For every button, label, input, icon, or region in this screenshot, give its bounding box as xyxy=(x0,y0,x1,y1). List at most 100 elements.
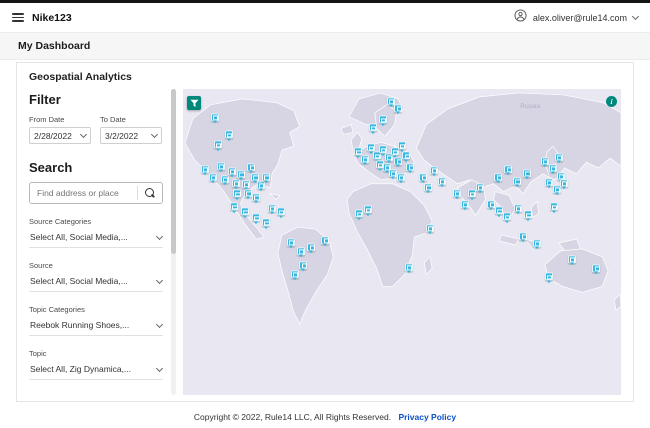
source-label: Source xyxy=(29,261,53,270)
map-pin[interactable] xyxy=(513,177,522,186)
map-pin[interactable] xyxy=(386,97,395,106)
privacy-policy-link[interactable]: Privacy Policy xyxy=(398,412,456,422)
hamburger-menu-icon[interactable] xyxy=(12,13,24,22)
search-icon xyxy=(144,187,156,199)
map-pin[interactable] xyxy=(210,113,219,122)
map-pin[interactable] xyxy=(460,199,469,208)
search-button[interactable] xyxy=(138,183,162,203)
search-input[interactable] xyxy=(30,188,137,198)
map-pin[interactable] xyxy=(540,157,549,166)
topic-categories-select[interactable]: Reebok Running Shoes,... xyxy=(29,317,164,336)
map-pin[interactable] xyxy=(307,243,316,252)
map-pin[interactable] xyxy=(321,236,330,245)
map-pin[interactable] xyxy=(378,145,387,154)
scrollbar-thumb[interactable] xyxy=(171,89,176,254)
map-info-button[interactable]: i xyxy=(606,96,617,107)
map-pin[interactable] xyxy=(429,166,438,175)
map-pin[interactable] xyxy=(299,261,308,270)
map-pin[interactable] xyxy=(276,207,285,216)
map-pin[interactable] xyxy=(286,238,295,247)
search-heading: Search xyxy=(29,160,73,175)
map-pin[interactable] xyxy=(252,213,261,222)
map-pin[interactable] xyxy=(467,189,476,198)
map-pin[interactable] xyxy=(366,143,375,152)
map-pin[interactable] xyxy=(267,203,276,212)
source-select[interactable]: Select All, Social Media,... xyxy=(29,273,164,292)
map-pin[interactable] xyxy=(532,239,541,248)
map-pin[interactable] xyxy=(494,173,503,182)
brand-area: Nike123 xyxy=(12,12,72,24)
map-pin[interactable] xyxy=(524,210,533,219)
map-pin[interactable] xyxy=(406,163,415,172)
map-pin[interactable] xyxy=(227,167,236,176)
world-map[interactable]: Russia i xyxy=(183,89,621,395)
map-pin[interactable] xyxy=(519,232,528,241)
map-pin[interactable] xyxy=(375,160,384,169)
map-pin[interactable] xyxy=(368,123,377,132)
map-pin[interactable] xyxy=(559,179,568,188)
from-date-select[interactable]: 2/28/2022 xyxy=(29,127,91,144)
map-pin[interactable] xyxy=(247,163,256,172)
topic-select[interactable]: Select All, Zig Dynamica,... xyxy=(29,361,164,380)
map-pin[interactable] xyxy=(419,173,428,182)
filter-panel: Filter From Date 2/28/2022 To Date 3/2/2… xyxy=(29,89,171,395)
card-title: Geospatial Analytics xyxy=(29,71,132,83)
map-pin[interactable] xyxy=(549,202,558,211)
map-pin[interactable] xyxy=(475,183,484,192)
map-pin[interactable] xyxy=(424,183,433,192)
user-menu[interactable]: alex.oliver@rule14.com xyxy=(514,8,640,27)
map-pin[interactable] xyxy=(554,153,563,162)
map-pin[interactable] xyxy=(544,178,553,187)
map-pin[interactable] xyxy=(363,205,372,214)
map-pin[interactable] xyxy=(452,188,461,197)
map-pin[interactable] xyxy=(544,272,553,281)
map-pin[interactable] xyxy=(437,177,446,186)
chevron-down-icon xyxy=(79,130,88,139)
map-pin[interactable] xyxy=(402,151,411,160)
map-pin[interactable] xyxy=(495,206,504,215)
map-pin[interactable] xyxy=(213,140,222,149)
map-pin[interactable] xyxy=(262,218,271,227)
map-pin[interactable] xyxy=(252,192,261,201)
map-pin[interactable] xyxy=(523,169,532,178)
map-pin[interactable] xyxy=(290,270,299,279)
map-pin[interactable] xyxy=(487,199,496,208)
to-date-select[interactable]: 3/2/2022 xyxy=(100,127,162,144)
map-pin[interactable] xyxy=(397,141,406,150)
topic-label: Topic xyxy=(29,349,47,358)
map-pin[interactable] xyxy=(388,169,397,178)
map-pin[interactable] xyxy=(220,175,229,184)
map-pin[interactable] xyxy=(244,188,253,197)
map-pin[interactable] xyxy=(216,162,225,171)
map-pin[interactable] xyxy=(200,165,209,174)
map-pin[interactable] xyxy=(503,212,512,221)
map-pin[interactable] xyxy=(296,247,305,256)
map-pin[interactable] xyxy=(224,130,233,139)
map-pin[interactable] xyxy=(233,189,242,198)
map-pin[interactable] xyxy=(242,180,251,189)
chevron-down-icon xyxy=(155,232,164,240)
map-filter-button[interactable] xyxy=(187,96,201,110)
topic-categories-label: Topic Categories xyxy=(29,305,85,314)
source-categories-select[interactable]: Select All, Social Media,... xyxy=(29,229,164,248)
map-pin[interactable] xyxy=(237,170,246,179)
map-pin[interactable] xyxy=(241,207,250,216)
map-pin[interactable] xyxy=(360,155,369,164)
map-pin[interactable] xyxy=(262,173,271,182)
map-pin[interactable] xyxy=(504,165,513,174)
map-pin[interactable] xyxy=(548,164,557,173)
map-pin[interactable] xyxy=(378,115,387,124)
map-pin[interactable] xyxy=(394,157,403,166)
map-pin[interactable] xyxy=(404,263,413,272)
map-pin[interactable] xyxy=(567,255,576,264)
map-pin[interactable] xyxy=(514,203,523,212)
user-email: alex.oliver@rule14.com xyxy=(532,12,627,23)
map-pin[interactable] xyxy=(355,209,364,218)
map-pin[interactable] xyxy=(396,173,405,182)
map-pin[interactable] xyxy=(394,104,403,113)
map-pin[interactable] xyxy=(592,263,601,272)
source-categories-value: Select All, Social Media,... xyxy=(30,232,128,242)
map-pin[interactable] xyxy=(208,173,217,182)
map-pin[interactable] xyxy=(230,202,239,211)
map-pin[interactable] xyxy=(426,224,435,233)
